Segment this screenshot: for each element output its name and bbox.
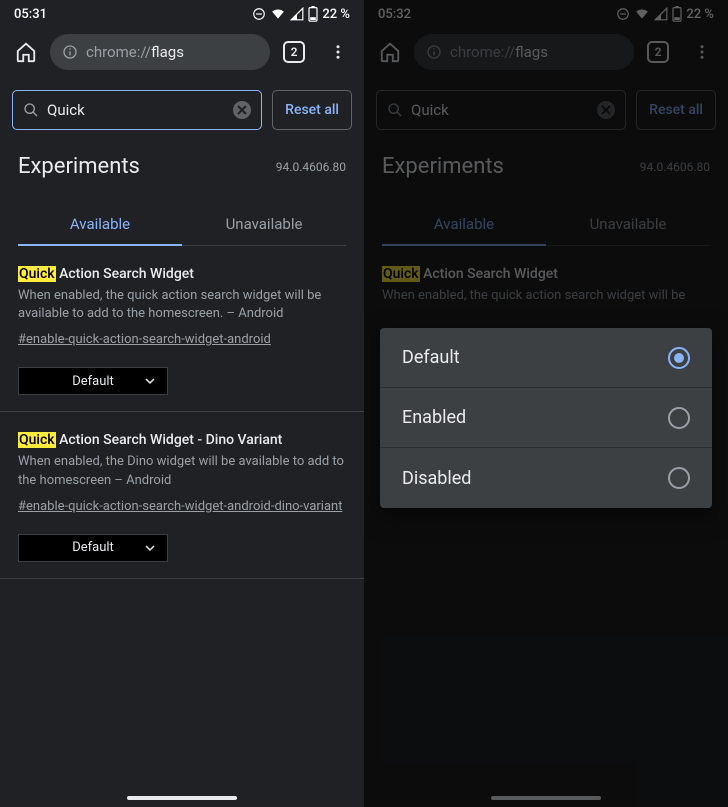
info-icon: [426, 44, 442, 60]
reset-all-button[interactable]: Reset all: [272, 90, 352, 130]
overflow-menu[interactable]: [318, 32, 358, 72]
url-bar[interactable]: chrome://flags: [50, 34, 270, 70]
home-button[interactable]: [6, 32, 46, 72]
radio-icon: [668, 407, 690, 429]
signal-icon: [290, 7, 304, 21]
flag-title: Quick Action Search Widget: [382, 266, 710, 282]
status-bar: 05:31 22 %: [0, 0, 364, 28]
status-time: 05:31: [14, 7, 47, 22]
battery-icon: [672, 6, 682, 22]
search-row: Quick Reset all: [364, 76, 728, 140]
search-value: Quick: [411, 101, 589, 119]
close-icon: [601, 105, 611, 115]
screenshot-left: 05:31 22 % chrome://flags 2 Quick: [0, 0, 364, 807]
page-header: Experiments 94.0.4606.80: [0, 140, 364, 185]
status-indicators: 22 %: [616, 6, 714, 22]
close-icon: [237, 105, 247, 115]
chevron-down-icon: [145, 376, 155, 386]
tab-count-box: 2: [283, 41, 305, 63]
home-button[interactable]: [370, 32, 410, 72]
clear-search-button[interactable]: [233, 101, 251, 119]
search-input[interactable]: Quick: [12, 90, 262, 130]
page-title: Experiments: [382, 154, 504, 179]
wifi-icon: [634, 7, 650, 21]
flag-card: Quick Action Search Widget - Dino Varian…: [0, 412, 364, 578]
browser-toolbar: chrome://flags 2: [364, 28, 728, 76]
radio-icon: [668, 347, 690, 369]
battery-pct: 22 %: [686, 7, 714, 22]
info-icon: [62, 44, 78, 60]
tab-available[interactable]: Available: [18, 203, 182, 245]
reset-all-button[interactable]: Reset all: [636, 90, 716, 130]
signal-icon: [654, 7, 668, 21]
search-row: Quick Reset all: [0, 76, 364, 140]
tab-count-box: 2: [647, 41, 669, 63]
page-header: Experiments 94.0.4606.80: [364, 140, 728, 185]
flag-title: Quick Action Search Widget - Dino Varian…: [18, 432, 346, 448]
flag-anchor[interactable]: #enable-quick-action-search-widget-andro…: [18, 499, 342, 514]
tab-switcher[interactable]: 2: [638, 32, 678, 72]
gesture-bar: [0, 789, 364, 807]
chrome-version: 94.0.4606.80: [640, 160, 710, 174]
tabs: Available Unavailable: [18, 203, 346, 246]
tab-unavailable[interactable]: Unavailable: [182, 203, 346, 245]
tab-available[interactable]: Available: [382, 203, 546, 245]
status-time: 05:32: [378, 7, 411, 22]
search-icon: [387, 102, 403, 118]
screenshot-right: 05:32 22 % chrome://flags 2 Quick: [364, 0, 728, 807]
more-vert-icon: [329, 43, 347, 61]
search-input[interactable]: Quick: [376, 90, 626, 130]
search-value: Quick: [47, 101, 225, 119]
home-icon: [15, 41, 37, 63]
flags-list: Quick Action Search Widget When enabled,…: [0, 246, 364, 579]
chrome-version: 94.0.4606.80: [276, 160, 346, 174]
status-bar: 05:32 22 %: [364, 0, 728, 28]
wifi-icon: [270, 7, 286, 21]
tabs: Available Unavailable: [382, 203, 710, 246]
gesture-bar: [364, 789, 728, 807]
more-vert-icon: [693, 43, 711, 61]
radio-icon: [668, 467, 690, 489]
flag-state-select[interactable]: Default: [18, 367, 168, 395]
overflow-menu[interactable]: [682, 32, 722, 72]
tab-unavailable[interactable]: Unavailable: [546, 203, 710, 245]
clear-search-button[interactable]: [597, 101, 615, 119]
flag-description: When enabled, the Dino widget will be av…: [18, 453, 346, 489]
home-icon: [379, 41, 401, 63]
option-default[interactable]: Default: [380, 328, 712, 388]
flag-anchor[interactable]: #enable-quick-action-search-widget-andro…: [18, 332, 271, 347]
url-text: chrome://flags: [86, 43, 184, 61]
battery-icon: [308, 6, 318, 22]
url-text: chrome://flags: [450, 43, 548, 61]
flag-description: When enabled, the quick action search wi…: [18, 287, 346, 323]
option-disabled[interactable]: Disabled: [380, 448, 712, 508]
dnd-icon: [616, 7, 630, 21]
flag-state-select[interactable]: Default: [18, 534, 168, 562]
chevron-down-icon: [145, 543, 155, 553]
options-sheet: Default Enabled Disabled: [380, 328, 712, 508]
option-enabled[interactable]: Enabled: [380, 388, 712, 448]
tab-switcher[interactable]: 2: [274, 32, 314, 72]
status-indicators: 22 %: [252, 6, 350, 22]
dnd-icon: [252, 7, 266, 21]
flag-description: When enabled, the quick action search wi…: [382, 287, 710, 305]
search-icon: [23, 102, 39, 118]
flag-card: Quick Action Search Widget When enabled,…: [0, 246, 364, 412]
battery-pct: 22 %: [322, 7, 350, 22]
flag-title: Quick Action Search Widget: [18, 266, 346, 282]
page-title: Experiments: [18, 154, 140, 179]
url-bar[interactable]: chrome://flags: [414, 34, 634, 70]
browser-toolbar: chrome://flags 2: [0, 28, 364, 76]
